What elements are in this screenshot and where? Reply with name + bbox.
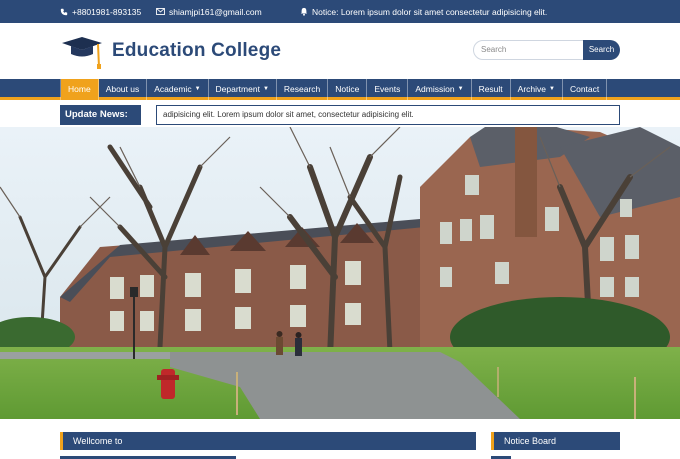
nav-label: Department bbox=[215, 84, 260, 94]
nav-label: Admission bbox=[415, 84, 455, 94]
news-ticker[interactable]: adipisicing elit. Lorem ipsum dolor sit … bbox=[156, 105, 620, 125]
update-news-label: Update News: bbox=[60, 105, 141, 125]
nav-label: Research bbox=[283, 84, 321, 94]
hero-campus-image bbox=[0, 127, 680, 419]
nav-item-home[interactable]: Home bbox=[61, 79, 99, 100]
graduation-cap-icon[interactable] bbox=[60, 34, 106, 70]
phone-icon bbox=[60, 8, 68, 15]
search-button[interactable]: Search bbox=[583, 40, 620, 60]
top-notice-text: Notice: Lorem ipsum dolor sit amet conse… bbox=[312, 6, 548, 17]
top-notice[interactable]: Notice: Lorem ipsum dolor sit amet conse… bbox=[300, 0, 547, 23]
envelope-icon bbox=[156, 8, 165, 15]
nav-label: Contact bbox=[569, 84, 600, 94]
caret-down-icon: ▼ bbox=[457, 86, 464, 92]
nav-label: Result bbox=[478, 84, 503, 94]
caret-down-icon: ▼ bbox=[194, 86, 201, 92]
nav-item-department[interactable]: Department ▼ bbox=[209, 79, 277, 100]
welcome-panel-header: Wellcome to bbox=[60, 432, 476, 450]
nav-label: Academic bbox=[154, 84, 192, 94]
nav-item-events[interactable]: Events bbox=[367, 79, 409, 100]
nav-item-academic[interactable]: Academic ▼ bbox=[147, 79, 209, 100]
caret-down-icon: ▼ bbox=[262, 86, 269, 92]
nav-item-admission[interactable]: Admission ▼ bbox=[408, 79, 472, 100]
update-news-bar: Update News: adipisicing elit. Lorem ips… bbox=[0, 103, 680, 127]
nav-label: About us bbox=[105, 84, 140, 94]
search-input[interactable]: Search bbox=[473, 40, 585, 60]
nav-label: Home bbox=[68, 84, 91, 94]
phone-number: +8801981-893135 bbox=[72, 6, 142, 17]
nav-item-about[interactable]: About us bbox=[99, 79, 148, 100]
main-navigation: Home About us Academic ▼ Department ▼ Rese… bbox=[0, 79, 680, 100]
phone-contact[interactable]: +8801981-893135 bbox=[60, 0, 141, 23]
nav-label: Notice bbox=[335, 84, 360, 94]
nav-item-contact[interactable]: Contact bbox=[563, 79, 608, 100]
site-title[interactable]: Education College bbox=[112, 40, 281, 62]
nav-label: Events bbox=[374, 84, 401, 94]
top-info-bar: +8801981-893135 shiamjpi161@gmail.com No… bbox=[0, 0, 680, 23]
nav-item-notice[interactable]: Notice bbox=[328, 79, 368, 100]
nav-label: Archive bbox=[517, 84, 546, 94]
email-contact[interactable]: shiamjpi161@gmail.com bbox=[156, 0, 262, 23]
bell-icon bbox=[300, 7, 308, 16]
site-header: Education College Search Search bbox=[0, 23, 680, 79]
nav-item-research[interactable]: Research bbox=[277, 79, 329, 100]
nav-item-result[interactable]: Result bbox=[472, 79, 511, 100]
email-address: shiamjpi161@gmail.com bbox=[169, 6, 262, 17]
caret-down-icon: ▼ bbox=[549, 86, 555, 92]
notice-board-header: Notice Board bbox=[491, 432, 620, 450]
nav-item-archive[interactable]: Archive ▼ bbox=[511, 79, 563, 100]
